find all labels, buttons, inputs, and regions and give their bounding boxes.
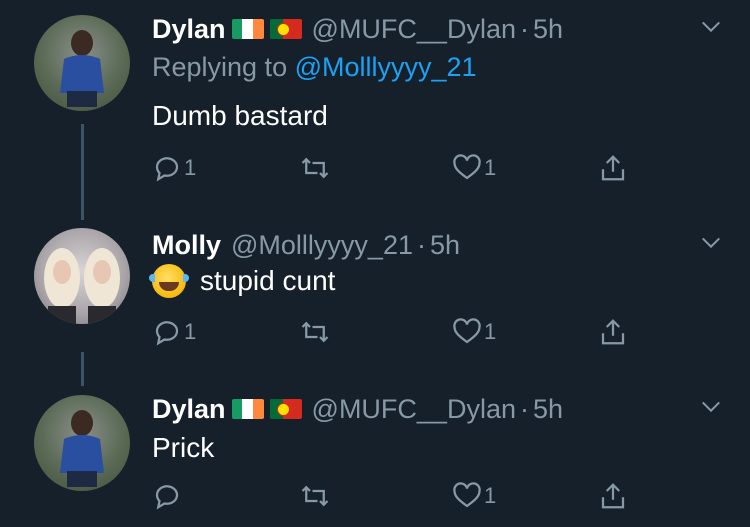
tweet-actions: 1 xyxy=(152,478,642,514)
separator-dot: · xyxy=(519,393,529,424)
tweet-header: Dylan @MUFC__Dylan · 5h xyxy=(152,392,563,426)
share-icon xyxy=(601,483,625,509)
share-button[interactable] xyxy=(598,150,628,186)
chevron-down-icon[interactable] xyxy=(700,16,722,38)
tweet-text: Dumb bastard xyxy=(152,100,328,131)
reply-icon xyxy=(155,157,179,182)
tweet-header: Dylan @MUFC__Dylan · 5h xyxy=(152,12,563,46)
display-name[interactable]: Dylan xyxy=(152,14,226,45)
reply-button[interactable]: 1 xyxy=(152,150,196,186)
avatar-image xyxy=(60,30,104,107)
replying-to: Replying to @Molllyyyy_21 xyxy=(152,52,477,83)
retweet-button[interactable] xyxy=(300,314,332,350)
tweet-text: Prick xyxy=(152,432,215,463)
avatar-image xyxy=(44,248,120,324)
avatar-image xyxy=(60,410,104,487)
like-count: 1 xyxy=(484,155,497,180)
tweet-actions: 1 1 xyxy=(152,150,642,186)
like-count: 1 xyxy=(484,483,497,508)
retweet-icon xyxy=(301,157,329,179)
reply-button[interactable] xyxy=(152,478,184,514)
avatar[interactable] xyxy=(34,395,130,491)
avatar[interactable] xyxy=(34,228,130,324)
tweet[interactable]: Molly @Molllyyyy_21 · 5h stupid cunt 1 1 xyxy=(0,228,750,378)
user-handle[interactable]: @MUFC__Dylan xyxy=(312,394,516,425)
portugal-flag-icon xyxy=(269,399,302,419)
mention-link[interactable]: @Molllyyyy_21 xyxy=(295,52,477,82)
tweet-header: Molly @Molllyyyy_21 · 5h xyxy=(152,228,460,262)
like-button[interactable]: 1 xyxy=(452,478,496,514)
retweet-icon xyxy=(301,321,329,343)
display-name[interactable]: Dylan xyxy=(152,394,226,425)
display-name[interactable]: Molly xyxy=(152,230,221,261)
timestamp[interactable]: 5h xyxy=(533,394,563,425)
timestamp[interactable]: 5h xyxy=(430,230,460,261)
user-handle[interactable]: @MUFC__Dylan xyxy=(312,14,516,45)
ireland-flag-icon xyxy=(231,399,264,419)
like-count: 1 xyxy=(484,319,497,344)
like-button[interactable]: 1 xyxy=(452,150,496,186)
reply-button[interactable]: 1 xyxy=(152,314,196,350)
tweet-text: stupid cunt xyxy=(200,265,336,296)
separator-dot: · xyxy=(416,229,426,260)
like-icon xyxy=(453,318,481,344)
tweet-body: stupid cunt xyxy=(149,264,336,298)
tweet[interactable]: Dylan @MUFC__Dylan · 5h Prick 1 xyxy=(0,392,750,527)
reply-count: 1 xyxy=(184,319,197,344)
retweet-button[interactable] xyxy=(300,150,332,186)
tweet-actions: 1 1 xyxy=(152,314,642,350)
ireland-flag-icon xyxy=(231,19,264,39)
retweet-button[interactable] xyxy=(300,478,332,514)
like-button[interactable]: 1 xyxy=(452,314,496,350)
reply-count: 1 xyxy=(184,155,197,180)
chevron-down-icon[interactable] xyxy=(700,396,722,418)
share-icon xyxy=(601,319,625,345)
retweet-icon xyxy=(301,485,329,507)
face-with-tears-of-joy-icon xyxy=(149,264,189,298)
replying-prefix: Replying to xyxy=(152,52,288,82)
share-button[interactable] xyxy=(598,314,628,350)
like-icon xyxy=(453,154,481,180)
reply-icon xyxy=(155,485,179,510)
share-button[interactable] xyxy=(598,478,628,514)
avatar[interactable] xyxy=(34,15,130,111)
tweet[interactable]: Dylan @MUFC__Dylan · 5h Replying to @Mol… xyxy=(0,12,750,212)
like-icon xyxy=(453,482,481,508)
separator-dot: · xyxy=(519,13,529,44)
reply-icon xyxy=(155,321,179,346)
user-handle[interactable]: @Molllyyyy_21 xyxy=(231,230,413,261)
portugal-flag-icon xyxy=(269,19,302,39)
chevron-down-icon[interactable] xyxy=(700,232,722,254)
timestamp[interactable]: 5h xyxy=(533,14,563,45)
share-icon xyxy=(601,155,625,181)
